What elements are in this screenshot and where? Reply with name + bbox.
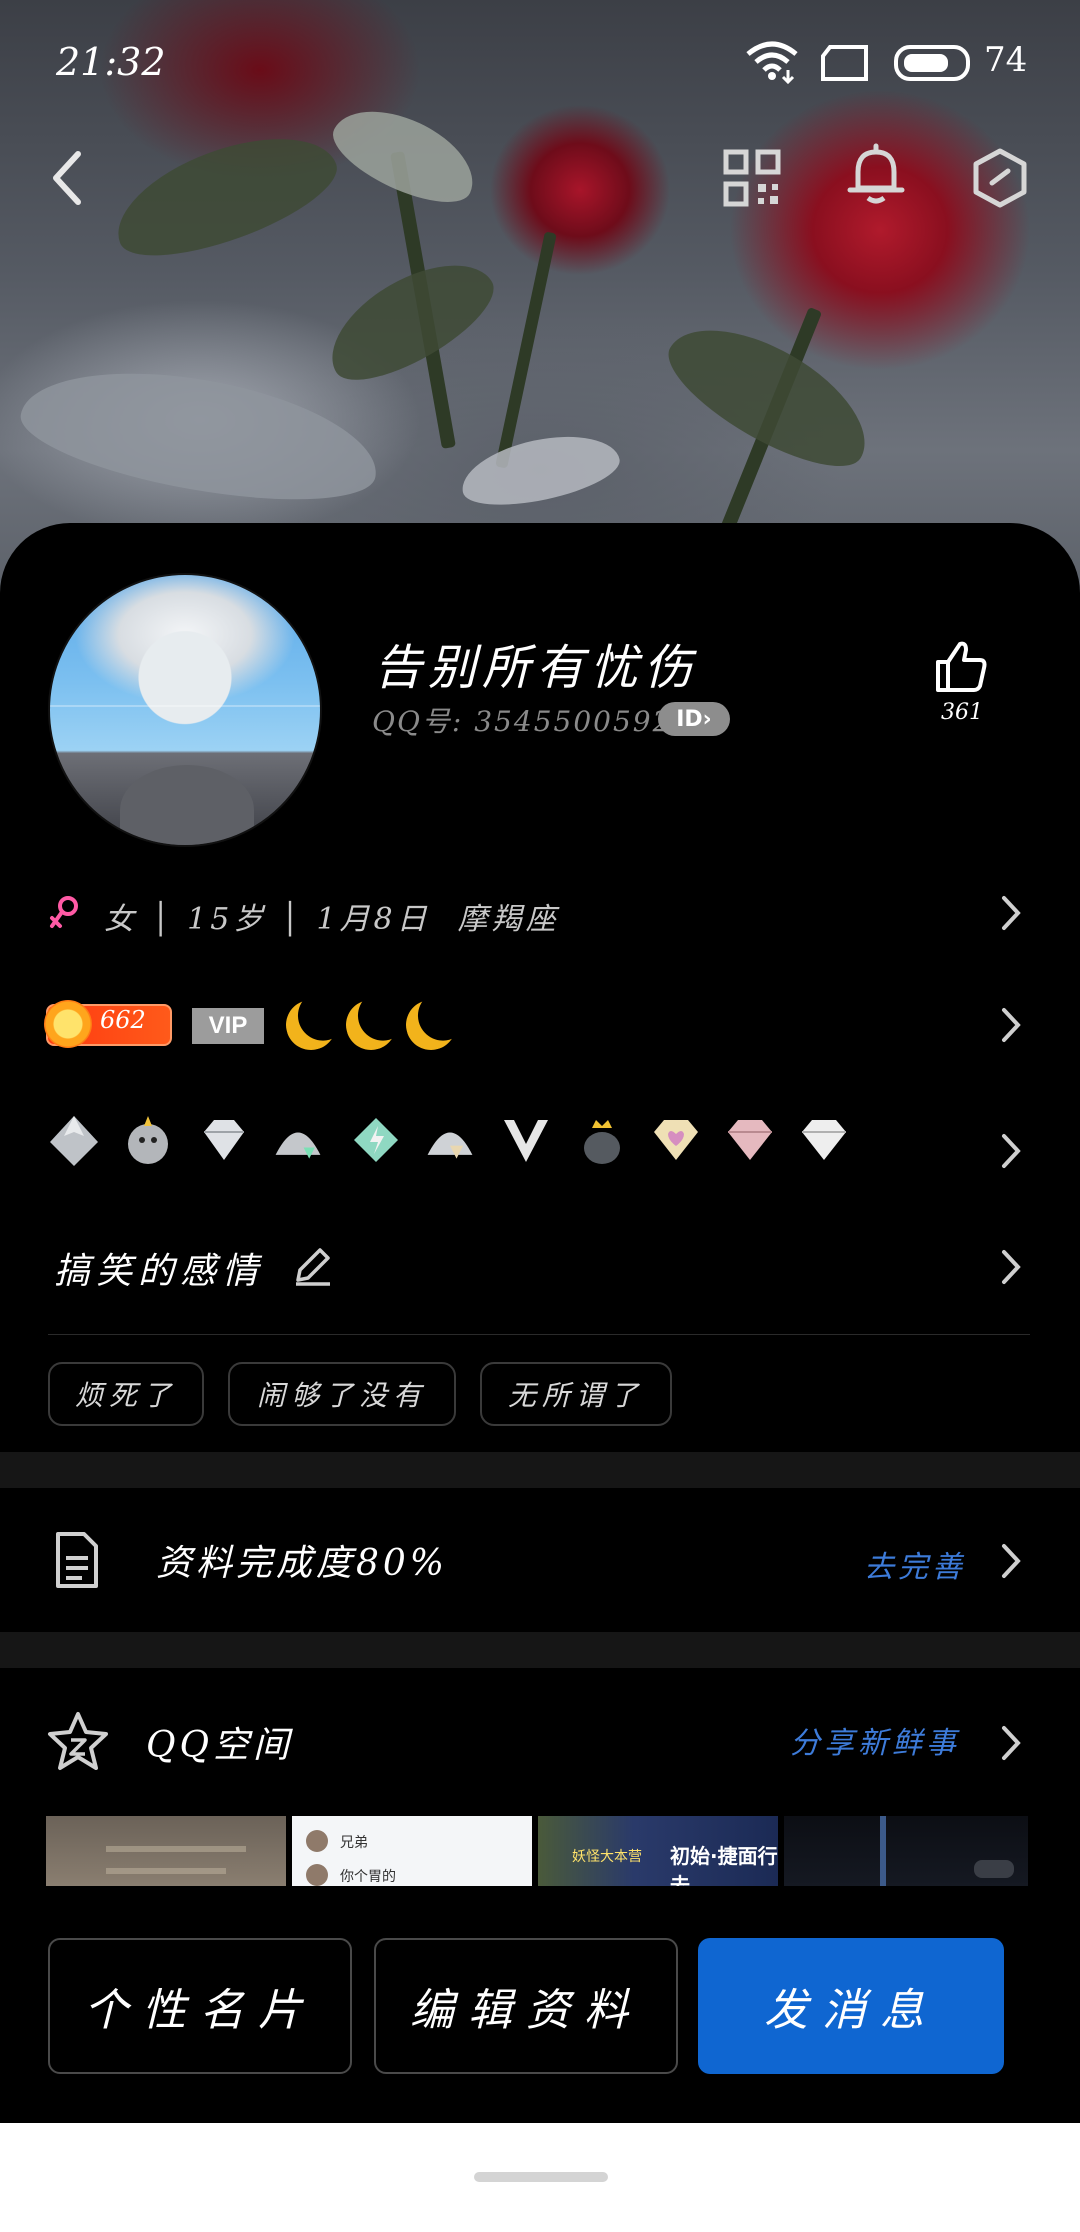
heart-gem-icon [648,1112,704,1168]
settings-hexagon-icon [973,148,1027,208]
chevron-right-icon [1002,1726,1021,1760]
battery-percent: 74 [984,40,1028,80]
basic-info-row[interactable]: 女 │ 15岁 │ 1月8日 摩羯座 [0,880,1080,944]
status-bar: 21:32 74 [0,0,1080,120]
qq-level-value: 662 [100,1006,146,1034]
thumbnail-text: 妖怪大本营 [572,1849,642,1865]
personal-card-button[interactable]: 个性名片 [48,1938,352,2074]
id-badge-button[interactable]: ID› [658,702,730,736]
tag-item[interactable]: 无所谓了 [480,1362,672,1426]
sun-icon [44,1000,92,1048]
like-count: 361 [941,700,983,725]
home-indicator[interactable] [474,2172,608,2182]
edit-pencil-icon[interactable] [290,1244,334,1288]
edit-profile-button[interactable]: 编辑资料 [374,1938,678,2074]
divider [48,1334,1030,1335]
thumbnail-text: 你个胃的 [340,1869,396,1885]
back-button[interactable] [36,146,100,210]
document-icon [56,1532,98,1588]
complete-profile-link[interactable]: 去完善 [864,1542,966,1586]
like-button[interactable] [932,638,992,694]
white-diamond-icon [796,1112,852,1168]
section-gap [0,1632,1080,1668]
penguin-gem-icon [422,1112,478,1168]
v-badge-icon [498,1112,554,1168]
diamond-icon [196,1112,252,1168]
pink-diamond-icon [722,1112,778,1168]
qzone-thumbnail[interactable]: 妖怪大本营 初始·捷面行去 [538,1816,778,1886]
penguin-hat-icon [270,1112,326,1168]
status-time: 21:32 [56,40,166,84]
thumbnail-text: 初始·捷面行去 [670,1844,778,1886]
qr-code-button[interactable] [720,146,784,210]
thumbs-up-icon [936,641,987,692]
penguin-crown-icon [574,1112,630,1168]
female-icon [50,896,78,928]
section-gap [0,1452,1080,1488]
qzone-star-icon [48,1712,108,1770]
tag-item[interactable]: 闹够了没有 [228,1362,456,1426]
chevron-right-icon [1002,1008,1021,1042]
qzone-title: QQ空间 [146,1725,294,1766]
tag-item[interactable]: 烦死了 [48,1362,204,1426]
sim-icon [821,45,868,81]
profile-name: 告别所有忧伤 [374,640,699,696]
chevron-right-icon [1002,1134,1021,1168]
share-news-link[interactable]: 分享新鲜事 [790,1718,960,1762]
avatar[interactable] [48,573,322,847]
settings-button[interactable] [968,146,1032,210]
wifi-icon [746,41,798,84]
qq-number: QQ号: 3545500592 [372,705,673,738]
battery-icon [894,45,970,81]
basic-info-text: 女 │ 15岁 │ 1月8日 摩羯座 [104,902,560,937]
bell-icon [847,143,905,204]
silver-crown-icon [46,1112,102,1168]
qr-code-icon [723,149,781,207]
qzone-thumbnail[interactable] [784,1816,1028,1886]
chevron-right-icon [1002,1544,1021,1578]
chevron-right-icon [1002,1250,1021,1284]
thumbnail-text: 兄弟 [340,1835,368,1851]
vip-badge: VIP [192,1008,264,1044]
qzone-thumbnail[interactable]: 兄弟 你个胃的 [292,1816,532,1886]
lightning-gem-icon [348,1112,404,1168]
profile-completion-title: 资料完成度80% [156,1543,449,1584]
notification-button[interactable] [844,142,908,206]
chevron-right-icon [1002,896,1021,930]
send-message-button[interactable]: 发消息 [698,1938,1004,2074]
penguin-icon [120,1112,176,1168]
qzone-thumbnail[interactable] [46,1816,286,1886]
signature-text: 搞笑的感情 [54,1251,265,1292]
back-icon [53,151,81,205]
